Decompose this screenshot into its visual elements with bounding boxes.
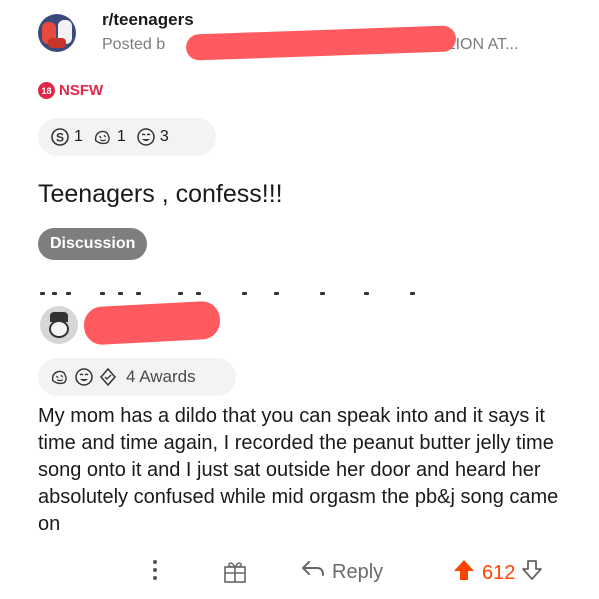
downvote-arrow-icon[interactable] xyxy=(521,558,543,588)
more-vertical-icon xyxy=(152,558,158,588)
nsfw-label: NSFW xyxy=(59,82,104,99)
helpful-award-icon xyxy=(98,367,118,387)
award-count: 1 xyxy=(116,128,126,145)
give-award-button[interactable] xyxy=(222,558,248,590)
post-awards[interactable]: S 1 1 3 xyxy=(38,118,216,156)
award-count: 1 xyxy=(74,128,83,145)
reply-arrow-icon xyxy=(300,558,326,586)
posted-by-label: Posted b xyxy=(102,36,166,53)
comment-awards-label: 4 Awards xyxy=(126,367,196,386)
gift-icon xyxy=(222,558,248,590)
comment-awards[interactable]: 4 Awards xyxy=(38,358,236,396)
wholesome-award-icon xyxy=(50,367,70,387)
subreddit-name[interactable]: r/teenagers xyxy=(102,10,194,30)
post-flair[interactable]: Discussion xyxy=(38,228,148,260)
vote-controls: 612 xyxy=(452,558,543,588)
upvote-arrow-icon[interactable] xyxy=(452,558,476,588)
eighteen-plus-icon: 18 xyxy=(38,82,55,99)
post-header: r/teenagers Posted b MILLION AT... xyxy=(38,8,578,62)
redaction-mark xyxy=(185,25,457,61)
comment-body: My mom has a dildo that you can speak in… xyxy=(38,405,559,535)
vote-count: 612 xyxy=(482,561,516,584)
svg-text:S: S xyxy=(56,131,64,145)
nsfw-tag: 18 NSFW xyxy=(38,82,103,99)
reply-label: Reply xyxy=(332,560,384,583)
subreddit-avatar[interactable] xyxy=(38,14,76,52)
award-count: 3 xyxy=(159,128,169,145)
truncated-text-line xyxy=(38,290,568,298)
comment-action-bar: Reply 612 xyxy=(0,552,599,592)
post-title[interactable]: Teenagers , confess!!! xyxy=(38,180,283,209)
wholesome-award-icon xyxy=(93,127,113,147)
redaction-mark xyxy=(83,300,221,346)
laughing-award-icon xyxy=(136,127,156,147)
more-options-button[interactable] xyxy=(152,558,158,588)
reply-button[interactable]: Reply xyxy=(300,558,383,586)
silver-award-icon: S xyxy=(50,127,70,147)
laughing-award-icon xyxy=(74,367,94,387)
commenter-avatar[interactable] xyxy=(40,306,78,344)
